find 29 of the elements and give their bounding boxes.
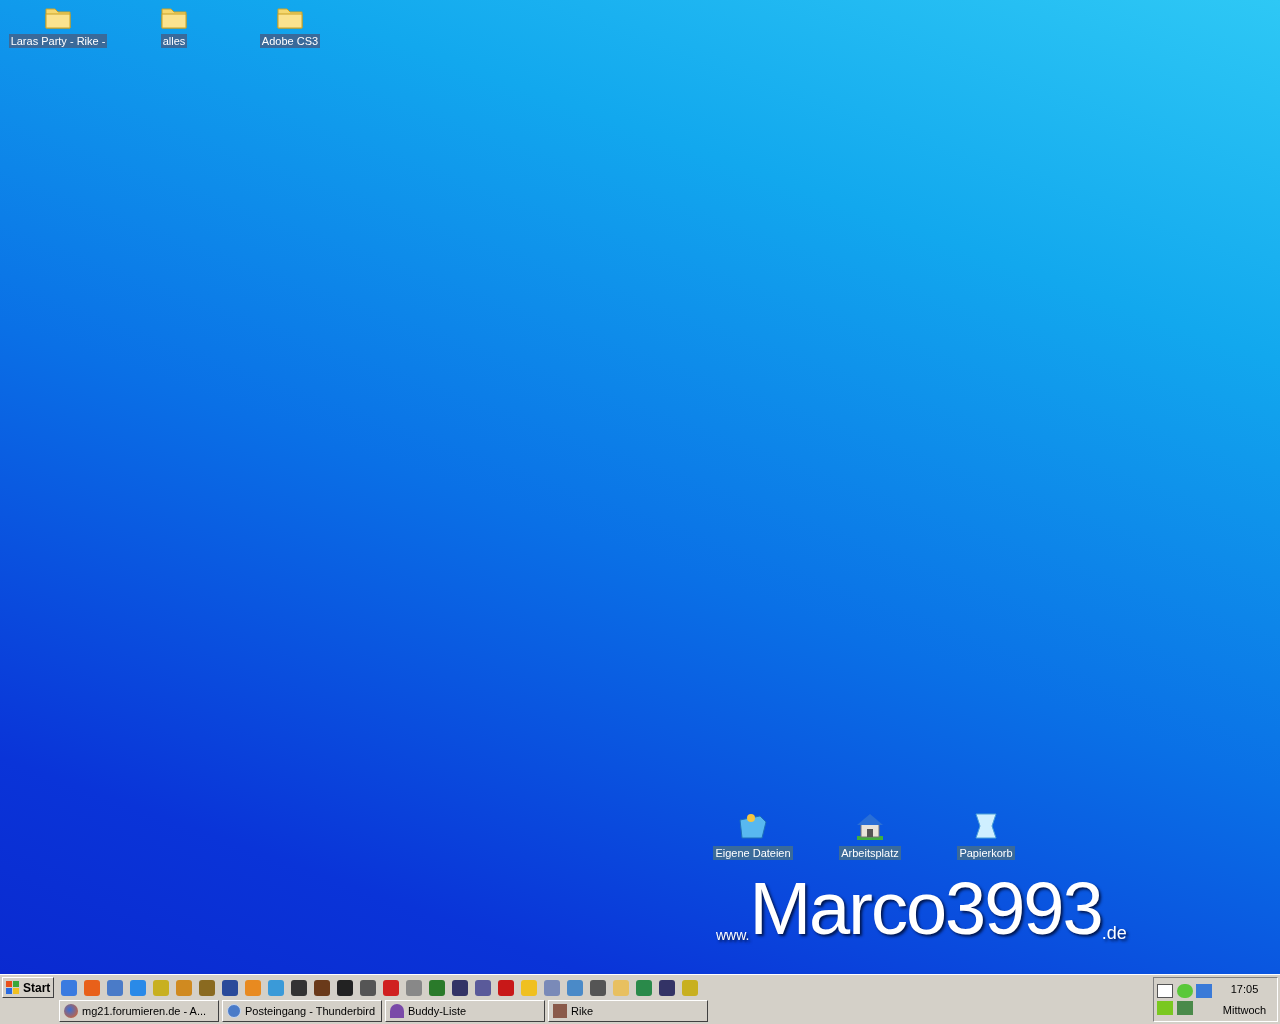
quick-launch-icon[interactable] — [360, 979, 377, 996]
logo-suffix-text: .de — [1101, 924, 1127, 942]
quick-launch-icon[interactable] — [590, 979, 607, 996]
desktop-icon-label[interactable]: Arbeitsplatz — [839, 846, 901, 860]
bird-icon — [227, 1004, 241, 1018]
photo-placeholder — [553, 1004, 567, 1018]
quick-launch-icon[interactable] — [337, 979, 354, 996]
desktop-icon-label[interactable]: alles — [160, 34, 188, 48]
person-icon — [390, 1004, 404, 1018]
taskbar-window-button[interactable]: Buddy-Liste — [385, 1000, 545, 1022]
logo-prefix-text: www. — [716, 928, 750, 942]
quick-launch-icon[interactable] — [222, 979, 239, 996]
globe-icon — [64, 1004, 78, 1018]
clock-time[interactable]: 17:05 — [1230, 980, 1259, 997]
desktop-icon-label[interactable]: Adobe CS3 — [259, 34, 321, 48]
desktop-icon-label[interactable]: Laras Party - Rike - — [8, 34, 108, 48]
logo-name-text: Marco3993 — [749, 872, 1102, 946]
quick-launch-icon[interactable] — [659, 979, 676, 996]
taskbar-window-button[interactable]: mg21.forumieren.de - A... — [59, 1000, 219, 1022]
desktop-icon-label[interactable]: Eigene Dateien — [713, 846, 793, 860]
clock-day[interactable]: Mittwoch — [1222, 1002, 1267, 1019]
windows-logo-icon — [6, 980, 20, 995]
quick-launch-icon[interactable] — [291, 979, 308, 996]
quick-launch-icon[interactable] — [314, 979, 331, 996]
taskbar-window-button[interactable]: Posteingang - Thunderbird — [222, 1000, 382, 1022]
start-button[interactable]: Start — [2, 977, 55, 998]
quick-launch-icon[interactable] — [452, 979, 469, 996]
desktop-icon-label[interactable]: Papierkorb — [957, 846, 1015, 860]
taskbar-window-button[interactable]: Rike — [548, 1000, 708, 1022]
